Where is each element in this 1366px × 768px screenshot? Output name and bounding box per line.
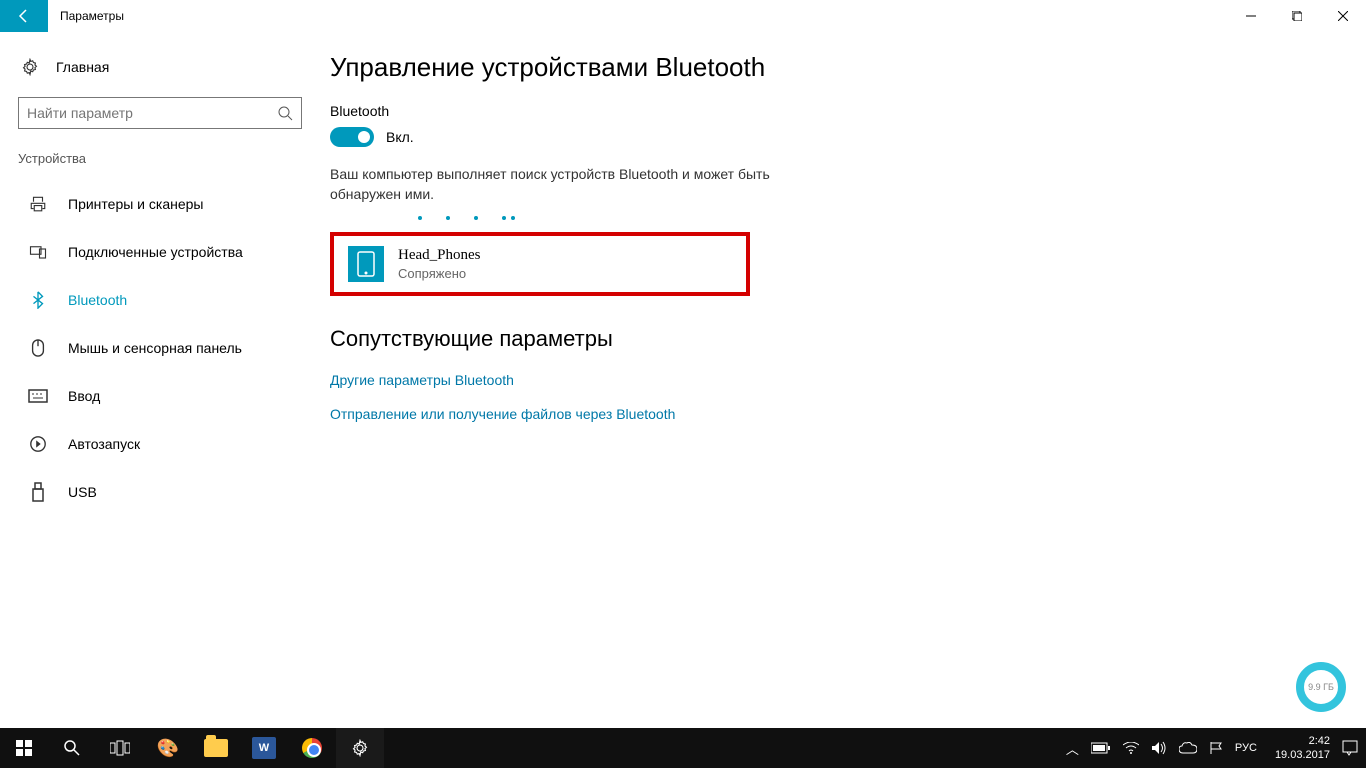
close-button[interactable] [1320, 0, 1366, 32]
taskbar-explorer[interactable] [192, 728, 240, 768]
minimize-button[interactable] [1228, 0, 1274, 32]
device-item[interactable]: Head_Phones Сопряжено [330, 232, 750, 296]
progress-indicator [418, 216, 1356, 220]
taskbar-search[interactable] [48, 728, 96, 768]
sidebar-item-printers[interactable]: Принтеры и сканеры [10, 180, 320, 228]
paint-icon: 🎨 [157, 738, 179, 759]
sidebar-item-bluetooth[interactable]: Bluetooth [10, 276, 320, 324]
link-more-bluetooth[interactable]: Другие параметры Bluetooth [330, 372, 1356, 388]
start-button[interactable] [0, 728, 48, 768]
flag-icon[interactable] [1209, 741, 1223, 755]
bluetooth-toggle[interactable] [330, 127, 374, 147]
sidebar-item-label: Мышь и сенсорная панель [68, 340, 242, 356]
taskbar-chrome[interactable] [288, 728, 336, 768]
taskbar-clock[interactable]: 2:42 19.03.2017 [1275, 734, 1330, 763]
gear-icon [20, 58, 40, 76]
language-indicator[interactable]: РУС [1235, 742, 1257, 754]
page-title: Управление устройствами Bluetooth [330, 52, 1356, 83]
task-view-icon [110, 740, 130, 756]
toggle-knob [358, 131, 370, 143]
chrome-icon [302, 738, 322, 758]
sidebar-item-label: Подключенные устройства [68, 244, 243, 260]
word-icon: W [252, 737, 276, 759]
related-settings-title: Сопутствующие параметры [330, 326, 1356, 352]
taskbar: 🎨 W ︿ РУС 2:42 19.03.2017 [0, 728, 1366, 768]
search-input[interactable] [27, 105, 277, 121]
sidebar-item-autoplay[interactable]: Автозапуск [10, 420, 320, 468]
maximize-button[interactable] [1274, 0, 1320, 32]
sidebar-item-typing[interactable]: Ввод [10, 372, 320, 420]
sidebar-item-label: USB [68, 484, 97, 500]
onedrive-icon[interactable] [1179, 742, 1197, 754]
maximize-icon [1292, 11, 1302, 21]
taskbar-settings[interactable] [336, 728, 384, 768]
titlebar: Параметры [0, 0, 1366, 32]
window-title: Параметры [60, 9, 124, 23]
windows-icon [16, 740, 32, 756]
main-content: Управление устройствами Bluetooth Blueto… [330, 32, 1366, 728]
task-view-button[interactable] [96, 728, 144, 768]
storage-indicator[interactable]: 9.9 ГБ [1296, 662, 1346, 712]
usb-icon [28, 482, 48, 502]
mouse-icon [28, 339, 48, 357]
taskbar-paint[interactable]: 🎨 [144, 728, 192, 768]
volume-icon[interactable] [1151, 741, 1167, 755]
system-tray: ︿ РУС 2:42 19.03.2017 [1066, 734, 1366, 763]
sidebar-item-label: Принтеры и сканеры [68, 196, 203, 212]
storage-label: 9.9 ГБ [1308, 682, 1334, 692]
sidebar: Главная Устройства Принтеры и сканеры По… [0, 32, 330, 728]
sidebar-home[interactable]: Главная [10, 47, 320, 87]
close-icon [1338, 11, 1348, 21]
clock-time: 2:42 [1275, 734, 1330, 748]
bluetooth-label: Bluetooth [330, 103, 1356, 119]
sidebar-item-usb[interactable]: USB [10, 468, 320, 516]
wifi-icon[interactable] [1123, 742, 1139, 754]
search-icon [63, 739, 81, 757]
toggle-state-label: Вкл. [386, 129, 414, 145]
sidebar-home-label: Главная [56, 59, 109, 75]
taskbar-word[interactable]: W [240, 728, 288, 768]
sidebar-item-mouse[interactable]: Мышь и сенсорная панель [10, 324, 320, 372]
keyboard-icon [28, 389, 48, 403]
sidebar-item-label: Автозапуск [68, 436, 140, 452]
search-box[interactable] [18, 97, 302, 129]
search-icon [277, 105, 293, 121]
action-center-icon[interactable] [1342, 740, 1358, 756]
phone-icon [348, 246, 384, 282]
autoplay-icon [28, 435, 48, 453]
tray-chevron-icon[interactable]: ︿ [1066, 739, 1079, 758]
link-send-receive-files[interactable]: Отправление или получение файлов через B… [330, 406, 1356, 422]
sidebar-item-label: Bluetooth [68, 292, 127, 308]
bluetooth-icon [28, 291, 48, 309]
gear-icon [351, 739, 369, 757]
sidebar-item-connected[interactable]: Подключенные устройства [10, 228, 320, 276]
arrow-left-icon [16, 8, 32, 24]
bluetooth-description: Ваш компьютер выполняет поиск устройств … [330, 165, 770, 204]
minimize-icon [1246, 11, 1256, 21]
devices-icon [28, 243, 48, 261]
sidebar-item-label: Ввод [68, 388, 100, 404]
sidebar-section-label: Устройства [18, 151, 320, 166]
clock-date: 19.03.2017 [1275, 748, 1330, 762]
device-name: Head_Phones [398, 247, 481, 264]
folder-icon [204, 739, 228, 757]
printer-icon [28, 195, 48, 213]
back-button[interactable] [0, 0, 48, 32]
battery-icon[interactable] [1091, 742, 1111, 754]
device-status: Сопряжено [398, 266, 481, 281]
